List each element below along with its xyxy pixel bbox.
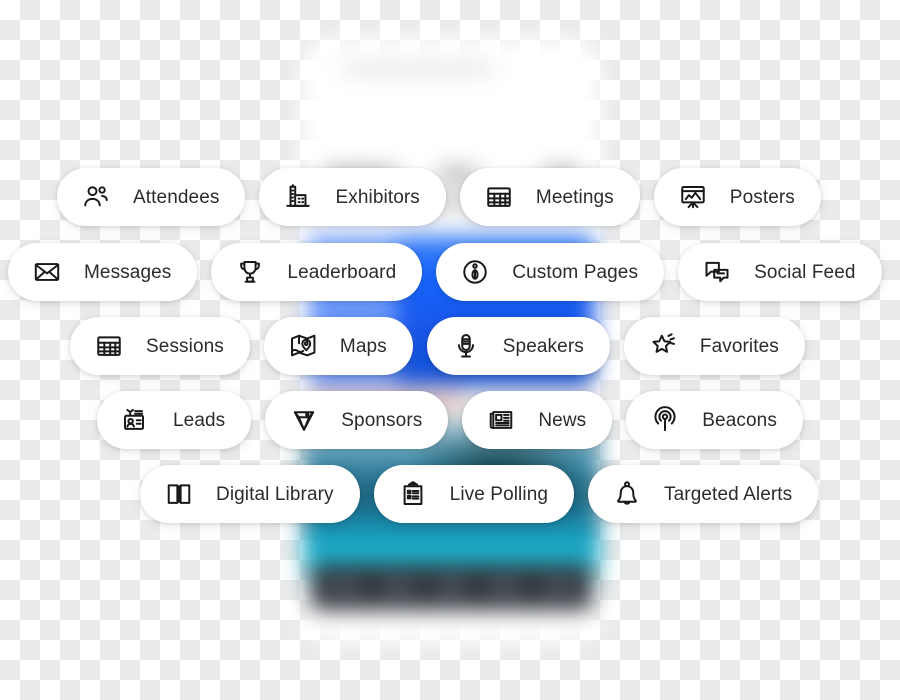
- feature-pill-leads[interactable]: Leads: [97, 391, 252, 449]
- feature-pill-label: News: [538, 409, 587, 431]
- feature-pill-favorites[interactable]: Favorites: [623, 317, 805, 375]
- pill-row-4: Leads Sponsors News Beacons: [0, 391, 900, 449]
- feature-pill-label: Posters: [729, 186, 795, 208]
- feature-pill-meetings[interactable]: Meetings: [459, 168, 640, 226]
- feature-pill-label: Beacons: [702, 409, 777, 431]
- social-feed-chat-bubbles-icon: [702, 257, 732, 287]
- feature-pill-exhibitors[interactable]: Exhibitors: [259, 168, 446, 226]
- feature-pill-label: Digital Library: [216, 483, 334, 505]
- feature-pill-label: Leaderboard: [287, 261, 397, 283]
- attendees-people-icon: [81, 182, 111, 212]
- feature-pill-news[interactable]: News: [462, 391, 613, 449]
- feature-pill-speakers[interactable]: Speakers: [426, 317, 610, 375]
- leads-badge-scan-icon: [121, 405, 151, 435]
- pill-row-2: Messages Leaderboard Custom Pages Social Fe…: [0, 243, 900, 301]
- posters-presentation-board-icon: [678, 182, 708, 212]
- feature-pill-digital-library[interactable]: Digital Library: [140, 465, 360, 523]
- feature-pill-label: Leads: [173, 409, 226, 431]
- feature-pill-targeted-alerts[interactable]: Targeted Alerts: [588, 465, 819, 523]
- feature-pill-label: Speakers: [502, 335, 584, 357]
- feature-pill-sponsors[interactable]: Sponsors: [265, 391, 449, 449]
- feature-pill-custom-pages[interactable]: Custom Pages: [436, 243, 665, 301]
- feature-pill-attendees[interactable]: Attendees: [57, 168, 246, 226]
- feature-pill-label: Favorites: [699, 335, 779, 357]
- feature-pill-messages[interactable]: Messages: [8, 243, 198, 301]
- custom-pages-info-circle-icon: [460, 257, 490, 287]
- pill-row-1: Attendees Exhibitors Meetings Posters: [0, 168, 900, 226]
- pill-row-3: Sessions Maps Speakers Favorites: [0, 317, 900, 375]
- maps-folded-map-pin-icon: [288, 331, 318, 361]
- feature-pill-label: Attendees: [133, 186, 220, 208]
- meetings-grid-calendar-icon: [484, 182, 514, 212]
- sessions-grid-calendar-icon: [94, 331, 124, 361]
- feature-pill-label: Maps: [339, 335, 387, 357]
- digital-library-open-book-icon: [164, 479, 194, 509]
- feature-pill-beacons[interactable]: Beacons: [626, 391, 803, 449]
- exhibitors-building-icon: [283, 182, 313, 212]
- news-newspaper-icon: [486, 405, 516, 435]
- feature-pill-label: Live Polling: [449, 483, 549, 505]
- feature-pill-label: Custom Pages: [512, 261, 639, 283]
- feature-pill-maps[interactable]: Maps: [263, 317, 413, 375]
- feature-pill-stack: Attendees Exhibitors Meetings Posters Messa…: [0, 0, 900, 700]
- feature-pill-label: Sessions: [146, 335, 224, 357]
- pill-row-5: Digital Library Live Polling Targeted Aler…: [0, 465, 900, 523]
- feature-pill-label: Meetings: [535, 186, 614, 208]
- favorites-shooting-star-icon: [648, 331, 678, 361]
- feature-pill-social-feed[interactable]: Social Feed: [678, 243, 882, 301]
- feature-pill-leaderboard[interactable]: Leaderboard: [211, 243, 423, 301]
- leaderboard-trophy-icon: [235, 257, 265, 287]
- feature-pill-label: Social Feed: [754, 261, 856, 283]
- feature-pill-posters[interactable]: Posters: [653, 168, 821, 226]
- beacons-signal-icon: [650, 405, 680, 435]
- sponsors-diamond-icon: [289, 405, 319, 435]
- feature-pill-label: Exhibitors: [335, 186, 420, 208]
- targeted-alerts-bell-icon: [612, 479, 642, 509]
- feature-pill-live-polling[interactable]: Live Polling: [373, 465, 575, 523]
- speakers-microphone-icon: [451, 331, 481, 361]
- feature-pill-label: Messages: [84, 261, 172, 283]
- feature-pill-sessions[interactable]: Sessions: [70, 317, 250, 375]
- feature-pill-label: Sponsors: [341, 409, 423, 431]
- feature-pill-label: Targeted Alerts: [664, 483, 793, 505]
- messages-envelope-icon: [32, 257, 62, 287]
- live-polling-clipboard-icon: [398, 479, 428, 509]
